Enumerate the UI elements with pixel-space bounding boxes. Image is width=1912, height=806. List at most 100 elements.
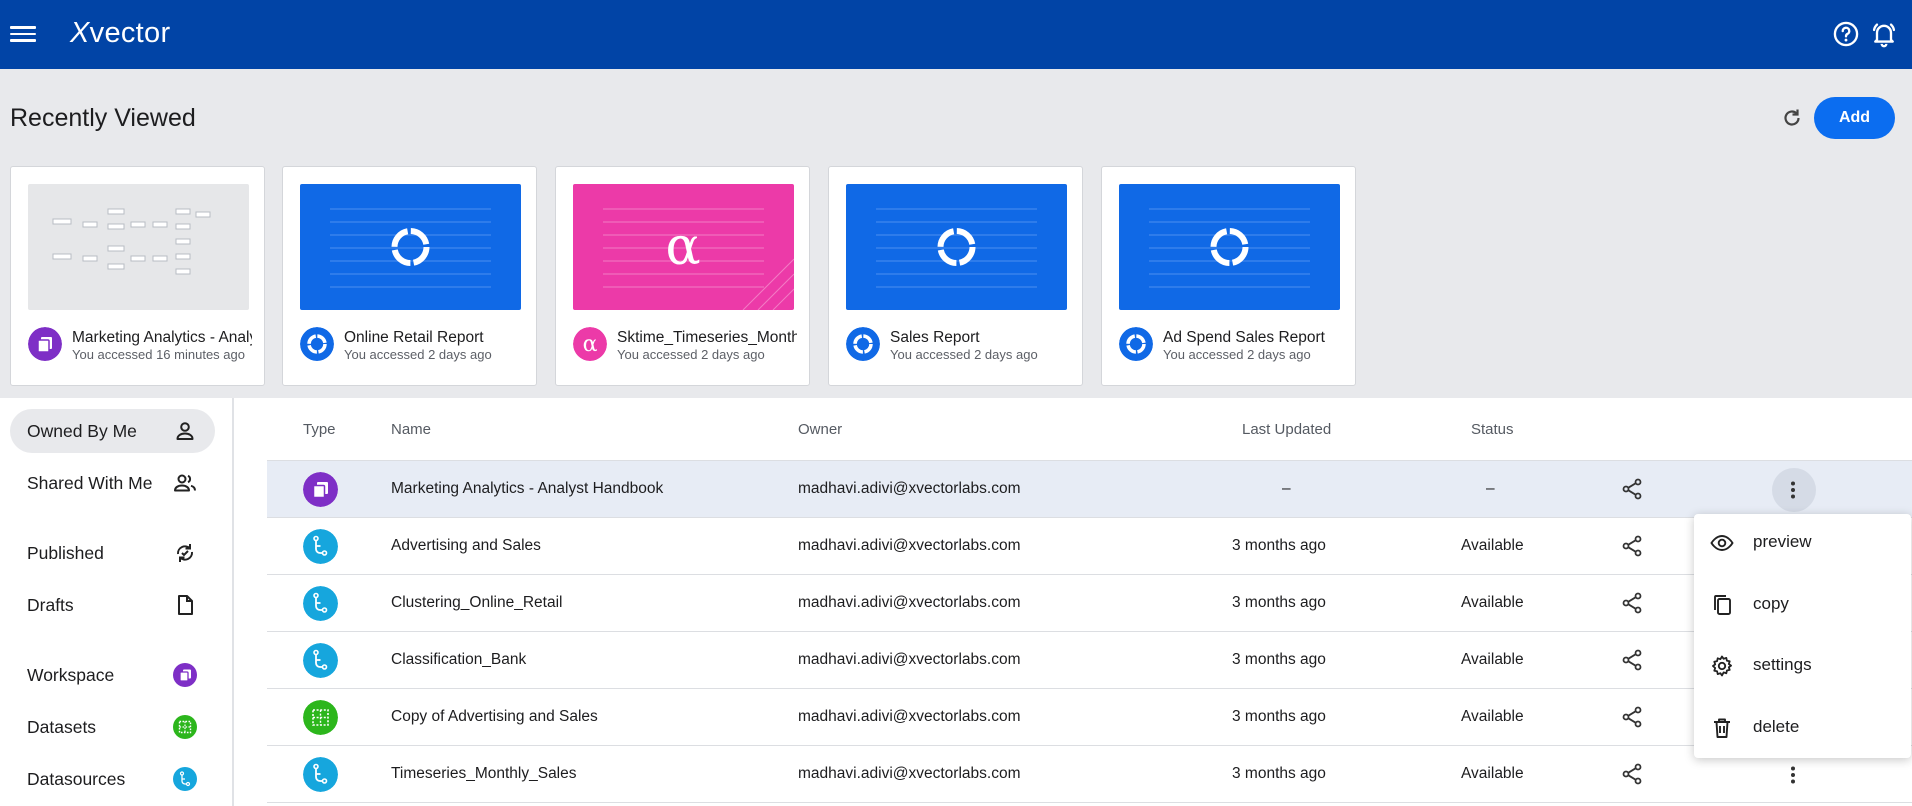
column-header-last-updated[interactable]: Last Updated (1242, 421, 1331, 438)
report-icon (300, 327, 334, 361)
card-thumbnail: α (573, 184, 794, 310)
row-name[interactable]: Advertising and Sales (391, 537, 541, 555)
svg-text:α: α (665, 217, 700, 277)
file-icon (178, 595, 193, 615)
card-subtitle: You accessed 2 days ago (1163, 347, 1311, 362)
report-icon (1119, 327, 1153, 361)
sidebar-item-owned-by-me[interactable]: Owned By Me (10, 409, 215, 453)
table-row[interactable]: Marketing Analytics - Analyst Handbook m… (267, 460, 1912, 518)
row-last-updated: 3 months ago (1232, 537, 1326, 554)
row-owner: madhavi.adivi@xvectorlabs.com (798, 708, 1021, 725)
column-header-type[interactable]: Type (303, 421, 336, 438)
content-table: Type Name Owner Last Updated Status Mark… (234, 398, 1912, 806)
menu-item-delete[interactable]: delete (1694, 699, 1911, 757)
card-subtitle: You accessed 2 days ago (617, 347, 765, 362)
sidebar-item-label: Drafts (27, 594, 74, 615)
card-title: Sales Report (890, 329, 980, 346)
dataset-icon (173, 715, 197, 739)
table-row[interactable]: Timeseries_Monthly_Sales madhavi.adivi@x… (267, 745, 1912, 803)
help-icon[interactable] (1832, 20, 1860, 48)
datasource-icon (303, 586, 338, 621)
table-row[interactable]: Clustering_Online_Retail madhavi.adivi@x… (267, 574, 1912, 632)
refresh-icon[interactable] (1780, 106, 1804, 130)
sidebar-item-label: Published (27, 542, 104, 563)
workspace-icon (173, 663, 197, 687)
column-header-name[interactable]: Name (391, 421, 431, 438)
sidebar-item-datasources[interactable]: Datasources (10, 757, 215, 801)
recent-card[interactable]: Sales Report You accessed 2 days ago (828, 166, 1083, 386)
row-status: Available (1461, 708, 1524, 725)
gear-icon (1712, 655, 1732, 677)
row-name[interactable]: Copy of Advertising and Sales (391, 708, 598, 726)
logo-rest: vector (89, 17, 171, 49)
workspace-icon (28, 327, 62, 361)
sidebar-item-shared-with-me[interactable]: Shared With Me (10, 461, 215, 505)
share-icon[interactable] (1620, 534, 1644, 558)
card-thumbnail (300, 184, 521, 310)
card-title: Marketing Analytics - Analyst Handbook (72, 329, 252, 346)
menu-item-label: copy (1753, 594, 1789, 613)
sidebar-item-datasets[interactable]: Datasets (10, 705, 215, 749)
logo-prefix: X (70, 17, 90, 49)
row-last-updated: – (1282, 480, 1291, 497)
table-row[interactable]: Copy of Advertising and Sales madhavi.ad… (267, 688, 1912, 746)
row-status: Available (1461, 594, 1524, 611)
sync-icon (177, 544, 193, 562)
table-divider (267, 802, 1912, 803)
table-row[interactable]: Advertising and Sales madhavi.adivi@xvec… (267, 517, 1912, 575)
menu-item-label: settings (1753, 655, 1812, 674)
share-icon[interactable] (1620, 591, 1644, 615)
row-name[interactable]: Timeseries_Monthly_Sales (391, 765, 577, 783)
recent-card[interactable]: Marketing Analytics - Analyst Handbook Y… (10, 166, 265, 386)
menu-item-settings[interactable]: settings (1694, 637, 1911, 695)
top-bar: Xvector (0, 0, 1912, 69)
datasource-icon (173, 767, 197, 791)
card-title: Online Retail Report (344, 329, 484, 346)
add-button[interactable]: Add (1814, 97, 1895, 139)
table-row[interactable]: Classification_Bank madhavi.adivi@xvecto… (267, 631, 1912, 689)
recent-card[interactable]: Ad Spend Sales Report You accessed 2 day… (1101, 166, 1356, 386)
share-icon[interactable] (1620, 648, 1644, 672)
row-last-updated: 3 months ago (1232, 594, 1326, 611)
row-owner: madhavi.adivi@xvectorlabs.com (798, 765, 1021, 782)
row-status: Available (1461, 765, 1524, 782)
menu-item-copy[interactable]: copy (1694, 576, 1911, 634)
card-thumbnail (28, 184, 249, 310)
share-icon[interactable] (1620, 477, 1644, 501)
menu-item-label: delete (1753, 717, 1800, 736)
column-header-status[interactable]: Status (1471, 421, 1514, 438)
row-name[interactable]: Classification_Bank (391, 651, 526, 669)
sidebar-item-label: Shared With Me (27, 472, 153, 493)
recent-card[interactable]: Online Retail Report You accessed 2 days… (282, 166, 537, 386)
more-options-button[interactable] (1772, 468, 1816, 512)
card-subtitle: You accessed 2 days ago (344, 347, 492, 362)
notification-bell-icon[interactable] (1870, 20, 1898, 48)
row-name[interactable]: Clustering_Online_Retail (391, 594, 562, 612)
hamburger-menu-icon[interactable] (10, 22, 36, 46)
sidebar-item-published[interactable]: Published (10, 531, 215, 575)
report-icon (846, 327, 880, 361)
sidebar-item-drafts[interactable]: Drafts (10, 583, 215, 627)
column-header-owner[interactable]: Owner (798, 421, 842, 438)
app-logo[interactable]: Xvector (70, 17, 170, 50)
row-status: Available (1461, 651, 1524, 668)
datasource-icon (303, 529, 338, 564)
person-icon (176, 422, 194, 440)
row-owner: madhavi.adivi@xvectorlabs.com (798, 651, 1021, 668)
row-name[interactable]: Marketing Analytics - Analyst Handbook (391, 480, 663, 498)
share-icon[interactable] (1620, 705, 1644, 729)
recent-card[interactable]: α α Sktime_Timeseries_Monthly You access… (555, 166, 810, 386)
row-owner: madhavi.adivi@xvectorlabs.com (798, 594, 1021, 611)
svg-text:α: α (583, 332, 598, 357)
sidebar-item-label: Workspace (27, 664, 115, 685)
datasource-icon (303, 643, 338, 678)
dataset-icon (303, 700, 338, 735)
sidebar-item-workspace[interactable]: Workspace (10, 653, 215, 697)
recently-viewed-title: Recently Viewed (10, 104, 196, 132)
card-title: Ad Spend Sales Report (1163, 329, 1325, 346)
menu-item-preview[interactable]: preview (1694, 514, 1911, 572)
share-icon[interactable] (1620, 762, 1644, 786)
more-options-button[interactable] (1772, 753, 1816, 797)
sidebar-item-label: Datasources (27, 768, 126, 789)
row-status: Available (1461, 537, 1524, 554)
